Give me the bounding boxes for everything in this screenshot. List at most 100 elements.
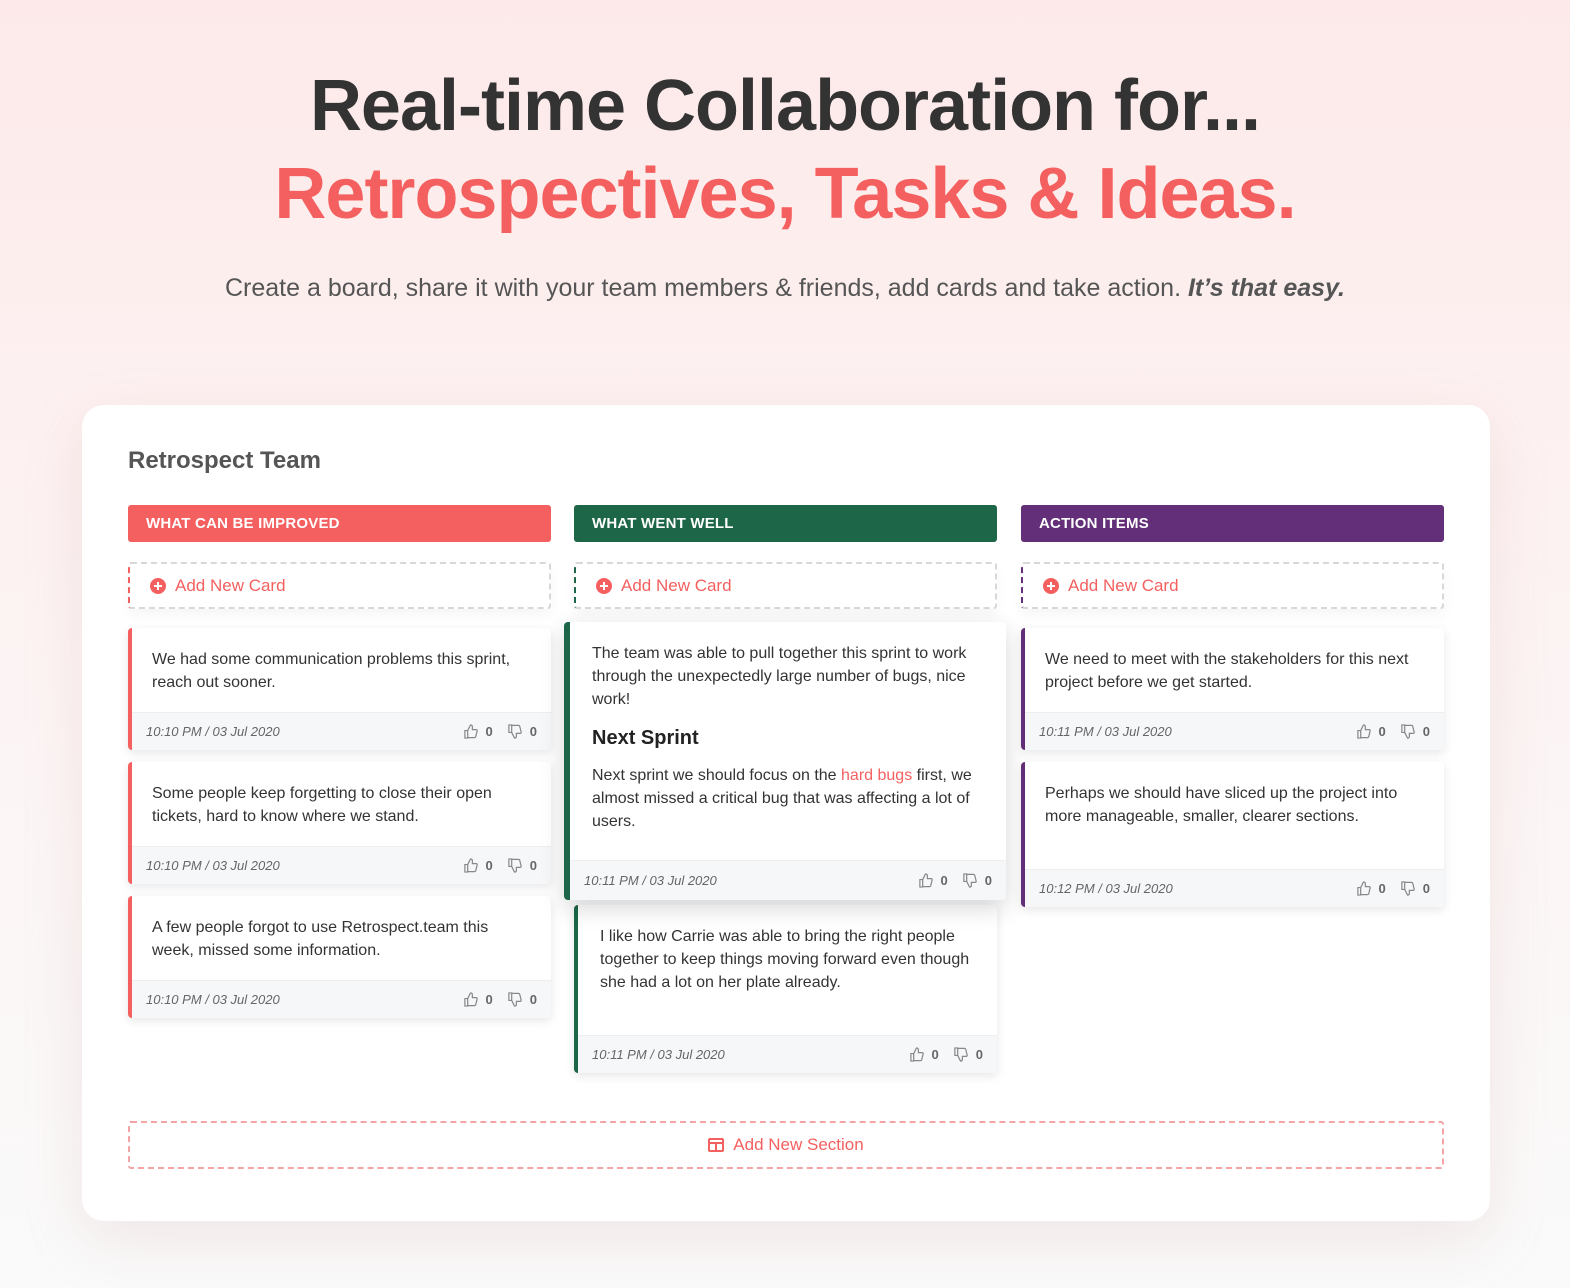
add-card-button[interactable]: Add New Card — [128, 562, 551, 609]
dislike-count: 0 — [984, 873, 992, 888]
like-button[interactable]: 0 — [909, 1047, 939, 1062]
plus-circle-icon — [150, 577, 166, 594]
column-header: WHAT CAN BE IMPROVED — [128, 505, 551, 542]
plus-circle-icon — [1043, 577, 1059, 594]
column-action-items: ACTION ITEMS Add New Card We need to mee… — [1021, 505, 1444, 907]
thumbs-up-icon — [918, 873, 933, 888]
dislike-button[interactable]: 0 — [953, 1047, 983, 1062]
hero-title: Real-time Collaboration for... — [309, 66, 1261, 146]
column-what-can-be-improved: WHAT CAN BE IMPROVED Add New Card We had… — [128, 505, 551, 1018]
like-count: 0 — [485, 858, 493, 873]
dislike-button[interactable]: 0 — [507, 858, 537, 873]
card-timestamp: 10:11 PM / 03 Jul 2020 — [1039, 724, 1172, 739]
dislike-button[interactable]: 0 — [507, 724, 537, 739]
card-footer: 10:10 PM / 03 Jul 2020 0 0 — [132, 712, 551, 750]
like-count: 0 — [940, 873, 948, 888]
card-text: We need to meet with the stakeholders fo… — [1045, 651, 1409, 691]
card-text: A few people forgot to use Retrospect.te… — [152, 919, 489, 959]
hero-subtitle-text: Create a board, share it with your team … — [224, 274, 1182, 302]
card-text: Perhaps we should have sliced up the pro… — [1045, 785, 1398, 825]
card-text: The team was able to pull together this … — [592, 645, 967, 708]
like-count: 0 — [1378, 724, 1386, 739]
card-timestamp: 10:10 PM / 03 Jul 2020 — [146, 724, 280, 739]
thumbs-up-icon — [463, 858, 478, 873]
like-count: 0 — [485, 724, 493, 739]
highlighted-text: hard bugs — [841, 767, 913, 784]
card-text: We had some communication problems this … — [152, 651, 511, 691]
thumbs-down-icon — [963, 873, 977, 888]
card-footer: 10:10 PM / 03 Jul 2020 0 0 — [132, 980, 551, 1018]
dislike-count: 0 — [1422, 724, 1430, 739]
columns-icon — [708, 1138, 725, 1152]
card[interactable]: A few people forgot to use Retrospect.te… — [128, 896, 551, 1018]
add-card-label: Add New Card — [175, 575, 286, 595]
card[interactable]: We had some communication problems this … — [128, 628, 551, 750]
dislike-button[interactable]: 0 — [507, 992, 537, 1007]
card-content: The team was able to pull together this … — [570, 622, 1006, 833]
add-card-label: Add New Card — [621, 575, 732, 595]
card[interactable]: I like how Carrie was able to bring the … — [574, 905, 997, 1073]
like-count: 0 — [931, 1047, 939, 1062]
card-heading: Next Sprint — [592, 727, 699, 749]
column-what-went-well: WHAT WENT WELL Add New Card The team was… — [564, 505, 1006, 1073]
dislike-count: 0 — [529, 992, 537, 1007]
card-footer: 10:12 PM / 03 Jul 2020 0 0 — [1025, 869, 1444, 907]
dislike-button[interactable]: 0 — [962, 873, 992, 888]
thumbs-up-icon — [1356, 881, 1371, 896]
card[interactable]: Some people keep forgetting to close the… — [128, 762, 551, 884]
thumbs-up-icon — [909, 1047, 924, 1062]
thumbs-down-icon — [1401, 724, 1415, 739]
card-timestamp: 10:11 PM / 03 Jul 2020 — [592, 1047, 725, 1062]
hero-subtitle: Create a board, share it with your team … — [0, 270, 1570, 306]
thumbs-down-icon — [508, 858, 522, 873]
dislike-count: 0 — [529, 724, 537, 739]
card-text: I like how Carrie was able to bring the … — [600, 928, 970, 991]
like-count: 0 — [1378, 881, 1386, 896]
dislike-count: 0 — [529, 858, 537, 873]
add-card-button[interactable]: Add New Card — [574, 562, 997, 609]
add-card-label: Add New Card — [1068, 575, 1179, 595]
plus-circle-icon — [596, 577, 612, 594]
thumbs-up-icon — [463, 724, 478, 739]
card-footer: 10:11 PM / 03 Jul 2020 0 0 — [1025, 712, 1444, 750]
like-count: 0 — [485, 992, 493, 1007]
thumbs-up-icon — [1356, 724, 1371, 739]
dislike-count: 0 — [1422, 881, 1430, 896]
thumbs-up-icon — [463, 992, 478, 1007]
card-timestamp: 10:10 PM / 03 Jul 2020 — [146, 992, 280, 1007]
dislike-button[interactable]: 0 — [1400, 724, 1430, 739]
card-footer: 10:10 PM / 03 Jul 2020 0 0 — [132, 846, 551, 884]
thumbs-down-icon — [508, 992, 522, 1007]
like-button[interactable]: 0 — [1356, 724, 1386, 739]
card-text: Some people keep forgetting to close the… — [152, 785, 492, 825]
card-footer: 10:11 PM / 03 Jul 2020 0 0 — [578, 1035, 997, 1073]
card-timestamp: 10:10 PM / 03 Jul 2020 — [146, 858, 280, 873]
thumbs-down-icon — [954, 1047, 968, 1062]
add-section-label: Add New Section — [733, 1135, 864, 1154]
thumbs-down-icon — [508, 724, 522, 739]
card[interactable]: We need to meet with the stakeholders fo… — [1021, 628, 1444, 750]
add-section-button[interactable]: Add New Section — [128, 1121, 1444, 1169]
card-timestamp: 10:12 PM / 03 Jul 2020 — [1039, 881, 1173, 896]
hero-subtitle-emphasis: It’s that easy. — [1187, 274, 1345, 302]
like-button[interactable]: 0 — [918, 873, 948, 888]
hero-title-accent: Retrospectives, Tasks & Ideas. — [274, 154, 1296, 234]
card-footer: 10:11 PM / 03 Jul 2020 0 0 — [570, 860, 1006, 900]
dislike-count: 0 — [975, 1047, 983, 1062]
board-title: Retrospect Team — [128, 447, 321, 474]
card[interactable]: The team was able to pull together this … — [564, 622, 1006, 900]
column-header: ACTION ITEMS — [1021, 505, 1444, 542]
add-card-button[interactable]: Add New Card — [1021, 562, 1444, 609]
like-button[interactable]: 0 — [463, 858, 493, 873]
card-text-part: Next sprint we should focus on the — [592, 767, 842, 784]
thumbs-down-icon — [1401, 881, 1415, 896]
like-button[interactable]: 0 — [463, 992, 493, 1007]
card-text-secondary: Next sprint we should focus on the hard … — [592, 764, 984, 833]
card[interactable]: Perhaps we should have sliced up the pro… — [1021, 762, 1444, 907]
card-timestamp: 10:11 PM / 03 Jul 2020 — [584, 873, 717, 888]
dislike-button[interactable]: 0 — [1400, 881, 1430, 896]
column-header: WHAT WENT WELL — [574, 505, 997, 542]
like-button[interactable]: 0 — [1356, 881, 1386, 896]
retro-board: Retrospect Team WHAT CAN BE IMPROVED Add… — [82, 405, 1490, 1221]
like-button[interactable]: 0 — [463, 724, 493, 739]
